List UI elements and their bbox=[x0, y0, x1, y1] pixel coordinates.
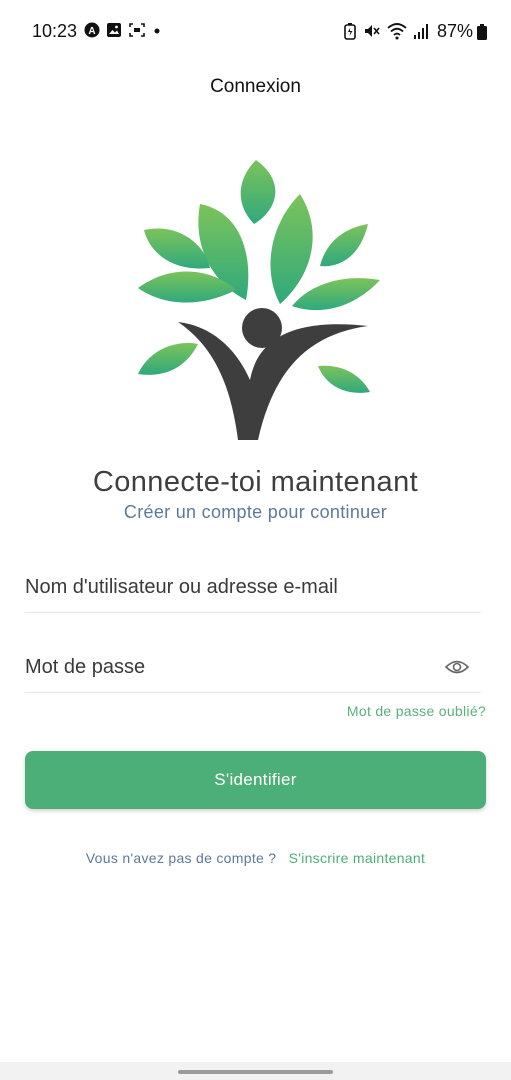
leaf-right-upper bbox=[320, 224, 368, 267]
signup-link[interactable]: S'inscrire maintenant bbox=[289, 850, 426, 866]
leaf-right-mid bbox=[292, 278, 380, 311]
status-right-icons bbox=[343, 22, 429, 40]
leaf-left-lower bbox=[138, 343, 198, 375]
screenshot-icon bbox=[129, 23, 145, 37]
username-input[interactable] bbox=[25, 568, 445, 606]
show-password-eye-icon[interactable] bbox=[445, 658, 469, 676]
dot-icon bbox=[154, 28, 160, 34]
signup-prompt: Vous n'avez pas de compte ? bbox=[85, 850, 277, 866]
battery-percent: 87% bbox=[436, 21, 473, 41]
home-indicator[interactable] bbox=[178, 1070, 333, 1074]
mute-icon bbox=[365, 25, 380, 37]
leaf-right-lower bbox=[318, 365, 370, 393]
password-input[interactable] bbox=[25, 648, 445, 686]
password-field-container bbox=[25, 648, 481, 693]
battery-status: 87% bbox=[437, 21, 487, 42]
login-button[interactable]: S'identifier bbox=[25, 751, 486, 809]
status-time: 10:23 bbox=[32, 21, 78, 41]
page-title: Connexion bbox=[210, 76, 301, 97]
wifi-icon bbox=[387, 23, 407, 40]
hero-subline: Créer un compte pour continuer bbox=[123, 502, 388, 522]
signal-icon bbox=[414, 24, 428, 39]
status-left-icons: A bbox=[84, 22, 162, 38]
forgot-password-link[interactable]: Mot de passe oublié? bbox=[347, 703, 486, 719]
username-field-container bbox=[25, 568, 481, 613]
battery-icon bbox=[477, 23, 487, 40]
svg-text:A: A bbox=[88, 26, 95, 37]
leaf-center-right bbox=[270, 194, 313, 304]
leaf-top bbox=[240, 160, 276, 224]
battery-saver-icon bbox=[344, 23, 356, 40]
status-bar: 10:23 A 87% bbox=[0, 0, 511, 64]
tree-person-logo bbox=[138, 160, 380, 440]
system-nav-bar bbox=[0, 1062, 511, 1080]
image-icon bbox=[107, 23, 121, 37]
a-circle-icon: A bbox=[84, 22, 100, 38]
signup-row: Vous n'avez pas de compte ? S'inscrire m… bbox=[0, 850, 511, 866]
hero-headline: Connecte-toi maintenant bbox=[92, 466, 419, 498]
